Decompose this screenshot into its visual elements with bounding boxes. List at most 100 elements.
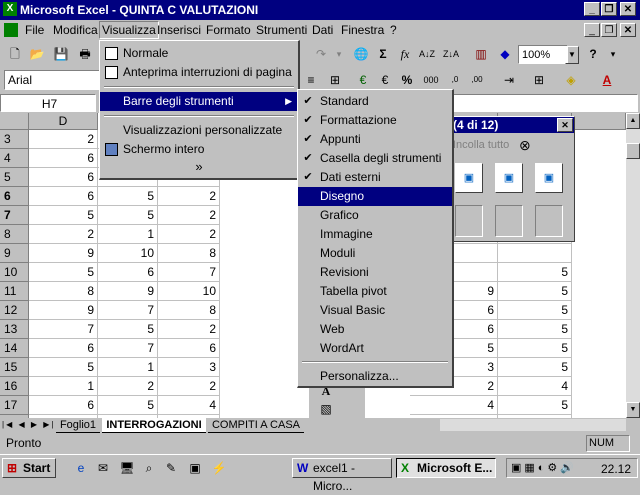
row-header[interactable]: 8	[0, 225, 29, 244]
restore-button[interactable]: ❐	[601, 2, 617, 16]
row-header[interactable]: 9	[0, 244, 29, 263]
menu-visualizza[interactable]: Visualizza	[99, 21, 159, 39]
notepad-icon[interactable]: ✎	[162, 459, 180, 477]
cell-i[interactable]: 5	[498, 339, 572, 358]
cell-f[interactable]: 10	[158, 282, 220, 301]
row-header[interactable]: 6	[0, 187, 29, 206]
wand-icon[interactable]: ⚡	[210, 459, 228, 477]
cell-i[interactable]	[498, 244, 572, 263]
excel-app-icon[interactable]: X	[3, 2, 17, 16]
cell-d[interactable]: 9	[29, 301, 98, 320]
toolbar-item-web[interactable]: Web	[298, 320, 452, 339]
cell-i[interactable]: 5	[498, 263, 572, 282]
menu-strumenti[interactable]: Strumenti	[256, 23, 307, 37]
cell-d[interactable]: 6	[29, 168, 98, 187]
cell-f[interactable]: 2	[158, 377, 220, 396]
cell-d[interactable]: 8	[29, 282, 98, 301]
euro-icon[interactable]: €	[376, 71, 394, 89]
row-header[interactable]: 3	[0, 130, 29, 149]
cell-e[interactable]: 7	[98, 301, 158, 320]
taskbar-excel-button[interactable]: X Microsoft E...	[396, 458, 496, 478]
increase-indent-icon[interactable]: ⇥	[500, 71, 518, 89]
scroll-up-icon[interactable]: ▲	[626, 113, 640, 129]
row-header[interactable]: 12	[0, 301, 29, 320]
taskbar-word-button[interactable]: W excel1 - Micro...	[292, 458, 392, 493]
font-color-icon[interactable]: A	[598, 71, 616, 89]
cell-e[interactable]: 1	[98, 225, 158, 244]
menu-formato[interactable]: Formato	[206, 23, 251, 37]
insert-picture-icon[interactable]: ▧	[317, 400, 335, 418]
thousands-icon[interactable]: 000	[422, 71, 440, 89]
cell-e[interactable]: 1	[98, 358, 158, 377]
cell-f[interactable]: 2	[158, 187, 220, 206]
open-icon[interactable]: 📂	[28, 45, 46, 63]
row-header[interactable]: 5	[0, 168, 29, 187]
column-header-d[interactable]: D	[29, 113, 98, 130]
fill-color-icon[interactable]: ◈	[562, 71, 580, 89]
menu-file[interactable]: File	[25, 23, 44, 37]
decrease-decimal-icon[interactable]: ,00	[468, 71, 486, 89]
cell-e[interactable]: 5	[98, 206, 158, 225]
increase-decimal-icon[interactable]: ,0	[446, 71, 464, 89]
cell-i[interactable]: 5	[498, 358, 572, 377]
sheet-nav-icons[interactable]: |◀ ◀ ▶ ▶|	[2, 420, 55, 429]
clip-item-icon[interactable]: ▣	[535, 163, 563, 193]
zoom-box[interactable]: 100%	[518, 45, 568, 64]
menu-help[interactable]: ?	[390, 23, 397, 37]
autosum-icon[interactable]: Σ	[374, 45, 392, 63]
row-header[interactable]: 10	[0, 263, 29, 282]
toolbar-item-tabella-pivot[interactable]: Tabella pivot	[298, 282, 452, 301]
sort-ascending-icon[interactable]: A↓Z	[418, 45, 436, 63]
toolbar-item-immagine[interactable]: Immagine	[298, 225, 452, 244]
cell-f[interactable]: 8	[158, 301, 220, 320]
cell-d[interactable]: 7	[29, 320, 98, 339]
menu-item-schermo-intero[interactable]: Schermo intero	[100, 140, 298, 159]
font-name-box[interactable]: Arial	[4, 70, 100, 90]
column-header-j[interactable]	[572, 113, 626, 130]
menu-finestra[interactable]: Finestra	[341, 23, 384, 37]
cell-e[interactable]: 5	[98, 187, 158, 206]
cell-d[interactable]: 9	[29, 244, 98, 263]
doc-close-button[interactable]: ✕	[620, 23, 636, 37]
quick-launch-icon[interactable]: ▣	[186, 459, 204, 477]
minimize-button[interactable]: _	[584, 2, 600, 16]
clip-item-icon[interactable]: ▣	[455, 163, 483, 193]
cell-i[interactable]: 5	[498, 301, 572, 320]
clear-clipboard-icon[interactable]: ⊗	[519, 137, 531, 154]
help-icon[interactable]: ?	[584, 45, 602, 63]
cell-e[interactable]: 7	[98, 339, 158, 358]
ie-icon[interactable]: e	[72, 459, 90, 477]
menu-item-visualizzazioni[interactable]: Visualizzazioni personalizzate	[100, 121, 298, 140]
cell-e[interactable]: 6	[98, 263, 158, 282]
toolbar-item-grafico[interactable]: Grafico	[298, 206, 452, 225]
row-header[interactable]: 11	[0, 282, 29, 301]
sort-descending-icon[interactable]: Z↓A	[442, 45, 460, 63]
new-icon[interactable]: 🗋	[6, 45, 24, 63]
close-button[interactable]: ✕	[620, 2, 636, 16]
start-button[interactable]: ⊞ Start	[2, 458, 56, 478]
cell-f[interactable]: 2	[158, 206, 220, 225]
cell-d[interactable]: 2	[29, 130, 98, 149]
tray-icons[interactable]: ▣▦◐⚙🔊	[511, 461, 577, 474]
cell-i[interactable]: 4	[498, 377, 572, 396]
row-header[interactable]: 16	[0, 377, 29, 396]
row-header[interactable]: 4	[0, 149, 29, 168]
row-header[interactable]: 15	[0, 358, 29, 377]
menu-item-normale[interactable]: Normale	[100, 44, 298, 63]
cell-d[interactable]: 6	[29, 396, 98, 415]
cell-d[interactable]: 5	[29, 206, 98, 225]
vertical-scrollbar[interactable]: ▲ ▼	[626, 113, 640, 418]
row-header[interactable]: 14	[0, 339, 29, 358]
cell-f[interactable]: 8	[158, 244, 220, 263]
name-box[interactable]: H7	[0, 94, 96, 112]
toolbar-item-appunti[interactable]: ✔ Appunti	[298, 130, 452, 149]
menu-item-barre-strumenti[interactable]: Barre degli strumenti ▶	[100, 92, 298, 111]
cell-i[interactable]: 5	[498, 396, 572, 415]
cell-f[interactable]: 2	[158, 320, 220, 339]
desktop-icon[interactable]: 🖥	[118, 459, 136, 477]
row-header[interactable]: 17	[0, 396, 29, 415]
percent-icon[interactable]: %	[398, 71, 416, 89]
cell-e[interactable]: 9	[98, 282, 158, 301]
cell-e[interactable]: 2	[98, 377, 158, 396]
cell-d[interactable]: 5	[29, 263, 98, 282]
